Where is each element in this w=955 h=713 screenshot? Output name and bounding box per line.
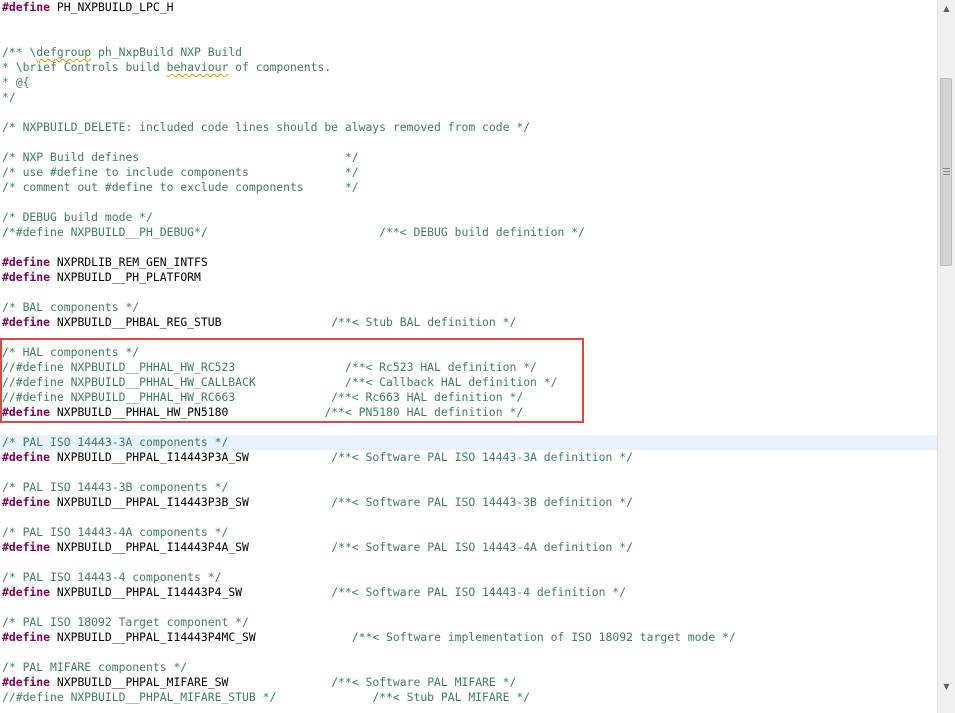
- keyword-token: #define: [2, 450, 51, 464]
- code-line: /* comment out #define to exclude compon…: [2, 180, 359, 195]
- code-line: #define NXPBUILD__PH_PLATFORM: [2, 270, 201, 285]
- comment-token: ph_NxpBuild NXP Build: [91, 45, 243, 59]
- code-line: #define NXPBUILD__PHPAL_I14443P4_SW /**<…: [2, 585, 626, 600]
- comment-token: //#define NXPBUILD__PHHAL_HW_RC523 /**< …: [2, 360, 537, 374]
- scroll-up-arrow-icon[interactable]: ▲: [938, 0, 955, 17]
- identifier-token: NXPBUILD__PHHAL_HW_PN5180: [50, 405, 325, 419]
- code-line: #define NXPBUILD__PHPAL_I14443P4MC_SW /*…: [2, 630, 736, 645]
- code-line: //#define NXPBUILD__PHHAL_HW_RC663 /**< …: [2, 390, 523, 405]
- code-line: /* PAL ISO 14443-4A components */: [2, 525, 228, 540]
- comment-token: * \brief Controls build: [2, 60, 167, 74]
- identifier-token: NXPBUILD__PHPAL_MIFARE_SW: [50, 675, 332, 689]
- keyword-token: #define: [2, 0, 51, 14]
- grip-icon: [943, 168, 950, 175]
- comment-token: /* comment out #define to exclude compon…: [2, 180, 359, 194]
- identifier-token: NXPBUILD__PHPAL_I14443P3A_SW: [50, 450, 332, 464]
- comment-token: /* BAL components */: [2, 300, 140, 314]
- identifier-token: NXPBUILD__PHPAL_I14443P4_SW: [50, 585, 332, 599]
- comment-token: /**< Software PAL ISO 14443-4 definition…: [331, 585, 627, 599]
- code-line: * @{: [2, 75, 29, 90]
- code-line: /* use #define to include components */: [2, 165, 359, 180]
- code-line: /* PAL ISO 14443-3A components */: [2, 435, 228, 450]
- comment-token: /* NXPBUILD_DELETE: included code lines …: [2, 120, 531, 134]
- keyword-token: #define: [2, 540, 51, 554]
- code-line: //#define NXPBUILD__PHHAL_HW_CALLBACK /*…: [2, 375, 557, 390]
- code-line: /* NXPBUILD_DELETE: included code lines …: [2, 120, 530, 135]
- code-editor[interactable]: #define PH_NXPBUILD_LPC_H /** \defgroup p…: [0, 0, 937, 713]
- code-line: #define NXPBUILD__PHPAL_I14443P4A_SW /**…: [2, 540, 633, 555]
- keyword-token: #define: [2, 255, 51, 269]
- comment-token: /* PAL ISO 14443-4 components */: [2, 570, 222, 584]
- comment-token: /** \: [2, 45, 37, 59]
- identifier-token: NXPBUILD__PHPAL_I14443P4A_SW: [50, 540, 332, 554]
- code-line: #define PH_NXPBUILD_LPC_H: [2, 0, 173, 15]
- code-line: /* PAL ISO 14443-3B components */: [2, 480, 228, 495]
- code-line: * \brief Controls build behaviour of com…: [2, 60, 331, 75]
- comment-token: /* PAL ISO 18092 Target component */: [2, 615, 249, 629]
- code-line: /* DEBUG build mode */: [2, 210, 153, 225]
- comment-token: /**< PN5180 HAL definition */: [324, 405, 524, 419]
- keyword-token: #define: [2, 405, 51, 419]
- identifier-token: NXPBUILD__PHPAL_I14443P3B_SW: [50, 495, 332, 509]
- comment-token: /**< Software PAL ISO 14443-3A definitio…: [331, 450, 633, 464]
- comment-token: of components.: [228, 60, 332, 74]
- keyword-token: #define: [2, 315, 51, 329]
- code-line: #define NXPBUILD__PHPAL_MIFARE_SW /**< S…: [2, 675, 516, 690]
- code-line: //#define NXPBUILD__PHPAL_MIFARE_STUB */…: [2, 690, 530, 705]
- keyword-token: #define: [2, 630, 51, 644]
- code-line: #define NXPBUILD__PHBAL_REG_STUB /**< St…: [2, 315, 516, 330]
- comment-token: */: [2, 90, 16, 104]
- comment-token: behaviour: [166, 60, 229, 74]
- scroll-down-arrow-icon[interactable]: ▼: [938, 678, 955, 695]
- identifier-token: NXPBUILD__PHBAL_REG_STUB: [50, 315, 332, 329]
- comment-token: /**< Software PAL ISO 14443-3B definitio…: [331, 495, 633, 509]
- keyword-token: #define: [2, 270, 51, 284]
- code-line: */: [2, 90, 16, 105]
- identifier-token: NXPRDLIB_REM_GEN_INTFS: [50, 255, 208, 269]
- comment-token: /* PAL ISO 14443-3A components */: [2, 435, 229, 449]
- keyword-token: #define: [2, 585, 51, 599]
- code-line: #define NXPBUILD__PHHAL_HW_PN5180 /**< P…: [2, 405, 523, 420]
- code-line: #define NXPBUILD__PHPAL_I14443P3B_SW /**…: [2, 495, 633, 510]
- comment-token: /* use #define to include components */: [2, 165, 359, 179]
- comment-token: /* PAL ISO 14443-4A components */: [2, 525, 229, 539]
- keyword-token: #define: [2, 495, 51, 509]
- comment-token: //#define NXPBUILD__PHPAL_MIFARE_STUB */…: [2, 690, 531, 704]
- code-line: /* PAL MIFARE components */: [2, 660, 187, 675]
- comment-token: /* NXP Build defines */: [2, 150, 359, 164]
- comment-token: /* DEBUG build mode */: [2, 210, 153, 224]
- comment-token: //#define NXPBUILD__PHHAL_HW_RC663 /**< …: [2, 390, 524, 404]
- code-line: /* BAL components */: [2, 300, 139, 315]
- vertical-scrollbar[interactable]: ▲ ▼: [937, 0, 955, 713]
- code-line: /* HAL components */: [2, 345, 139, 360]
- comment-token: /**< Stub BAL definition */: [331, 315, 517, 329]
- code-line: #define NXPRDLIB_REM_GEN_INTFS: [2, 255, 208, 270]
- comment-token: /* PAL ISO 14443-3B components */: [2, 480, 229, 494]
- scrollbar-thumb[interactable]: [940, 78, 952, 266]
- keyword-token: #define: [2, 675, 51, 689]
- code-line: /* NXP Build defines */: [2, 150, 359, 165]
- code-line: /*#define NXPBUILD__PH_DEBUG*/ /**< DEBU…: [2, 225, 585, 240]
- code-line: /** \defgroup ph_NxpBuild NXP Build: [2, 45, 242, 60]
- comment-token: defgroup: [36, 45, 92, 59]
- comment-token: /* HAL components */: [2, 345, 140, 359]
- comment-token: /*#define NXPBUILD__PH_DEBUG*/ /**< DEBU…: [2, 225, 585, 239]
- identifier-token: NXPBUILD__PHPAL_I14443P4MC_SW: [50, 630, 352, 644]
- identifier-token: PH_NXPBUILD_LPC_H: [50, 0, 174, 14]
- code-line: /* PAL ISO 18092 Target component */: [2, 615, 249, 630]
- comment-token: /**< Software implementation of ISO 1809…: [351, 630, 736, 644]
- code-line: /* PAL ISO 14443-4 components */: [2, 570, 221, 585]
- comment-token: //#define NXPBUILD__PHHAL_HW_CALLBACK /*…: [2, 375, 558, 389]
- identifier-token: NXPBUILD__PH_PLATFORM: [50, 270, 201, 284]
- code-line: //#define NXPBUILD__PHHAL_HW_RC523 /**< …: [2, 360, 537, 375]
- comment-token: /* PAL MIFARE components */: [2, 660, 188, 674]
- comment-token: /**< Software PAL ISO 14443-4A definitio…: [331, 540, 633, 554]
- comment-token: /**< Software PAL MIFARE */: [331, 675, 517, 689]
- comment-token: * @{: [2, 75, 30, 89]
- code-line: #define NXPBUILD__PHPAL_I14443P3A_SW /**…: [2, 450, 633, 465]
